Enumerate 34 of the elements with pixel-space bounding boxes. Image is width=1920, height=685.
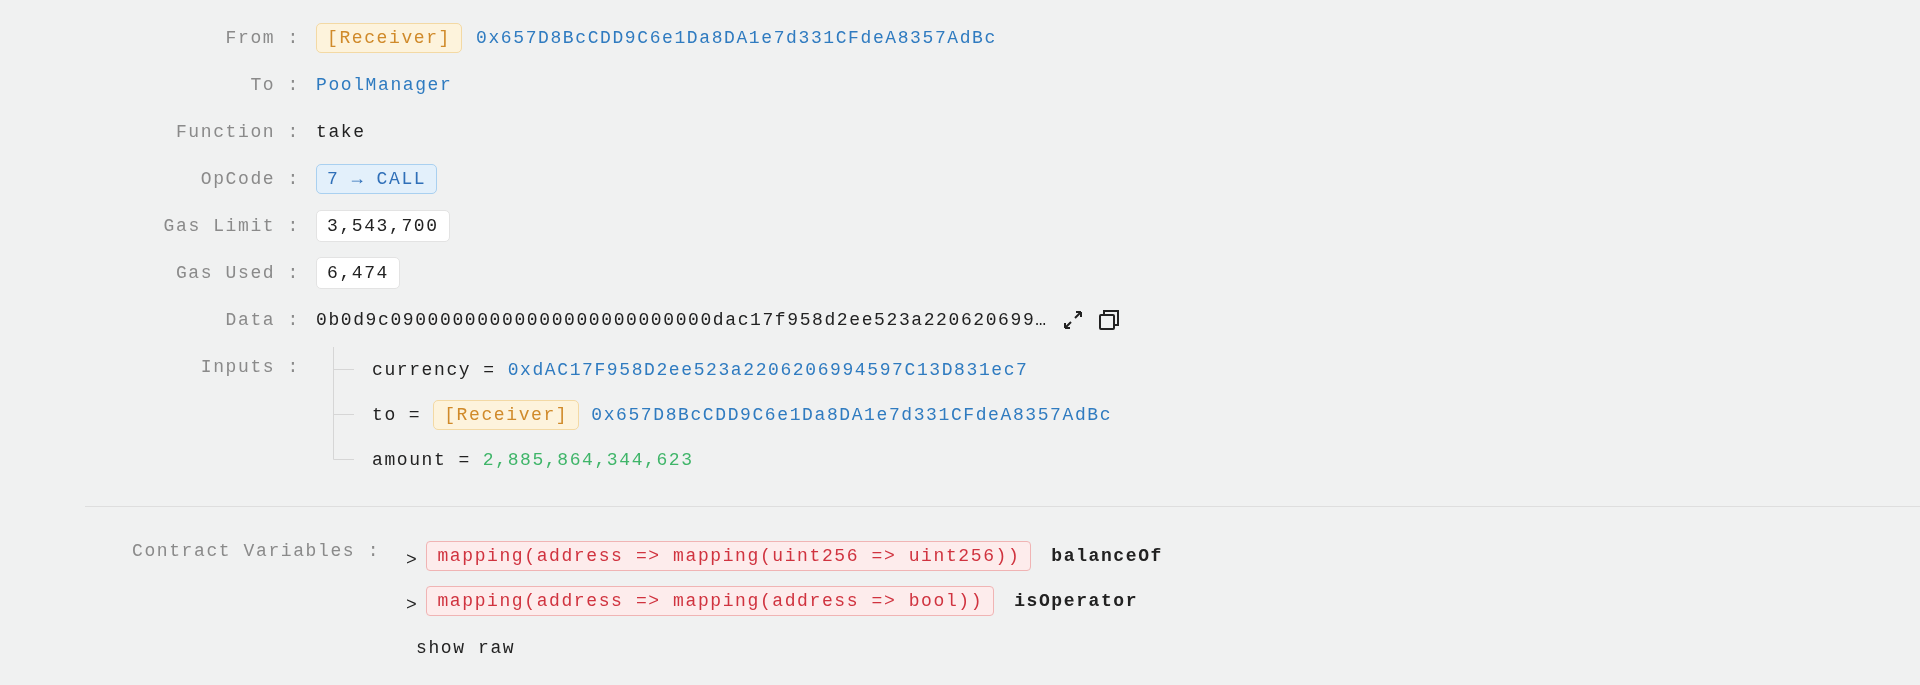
type-tag: mapping(address => mapping(uint256 => uint256)) [426, 540, 1032, 571]
contract-link[interactable]: PoolManager [316, 75, 453, 95]
field-label: Gas Used : [175, 263, 300, 283]
field-label: Data : [225, 310, 300, 330]
address-link[interactable]: 0x657D8BcCDD9C6e1Da8DA1e7d331CFdeA8357AdBc [591, 404, 1113, 425]
data-value: 0b0d9c09000000000000000000000000dac17f958d2ee523a220620699… [316, 310, 1048, 330]
gas-value: 6,474 [316, 257, 400, 289]
field-label: Function : [175, 122, 300, 142]
equals-sign: = [458, 449, 471, 470]
address-link[interactable]: 0xdAC17F958D2ee523a2206206994597C13D831ec7 [507, 359, 1029, 380]
address-link[interactable]: 0x657D8BcCDD9C6e1Da8DA1e7d331CFdeA8357AdBc [476, 28, 997, 48]
input-name: amount [372, 449, 447, 470]
input-name: to [372, 404, 397, 425]
chevron-toggle[interactable]: > [406, 586, 419, 615]
field-label: Gas Limit : [163, 216, 300, 236]
section-label: Contract Variables : [132, 540, 381, 563]
field-label: OpCode : [200, 169, 300, 189]
equals-sign: = [483, 359, 496, 380]
amount-value: 2,885,864,344,623 [482, 449, 694, 470]
field-label: Inputs : [200, 356, 300, 377]
field-label: To : [250, 75, 300, 95]
type-tag: mapping(address => mapping(address => bool)) [426, 585, 995, 616]
input-name: currency [372, 359, 472, 380]
function-name: take [316, 122, 366, 142]
variable-name: isOperator [1014, 590, 1139, 611]
opcode-tag: 7 → CALL [316, 164, 438, 194]
equals-sign: = [408, 404, 422, 425]
chevron-toggle[interactable]: > [406, 541, 419, 570]
gas-value: 3,543,700 [316, 210, 450, 242]
receiver-tag: [Receiver] [433, 399, 580, 430]
variable-name: balanceOf [1051, 545, 1163, 566]
receiver-tag: [Receiver] [316, 23, 463, 53]
show-raw-link[interactable]: show raw [406, 633, 516, 658]
field-label: From : [225, 28, 300, 48]
